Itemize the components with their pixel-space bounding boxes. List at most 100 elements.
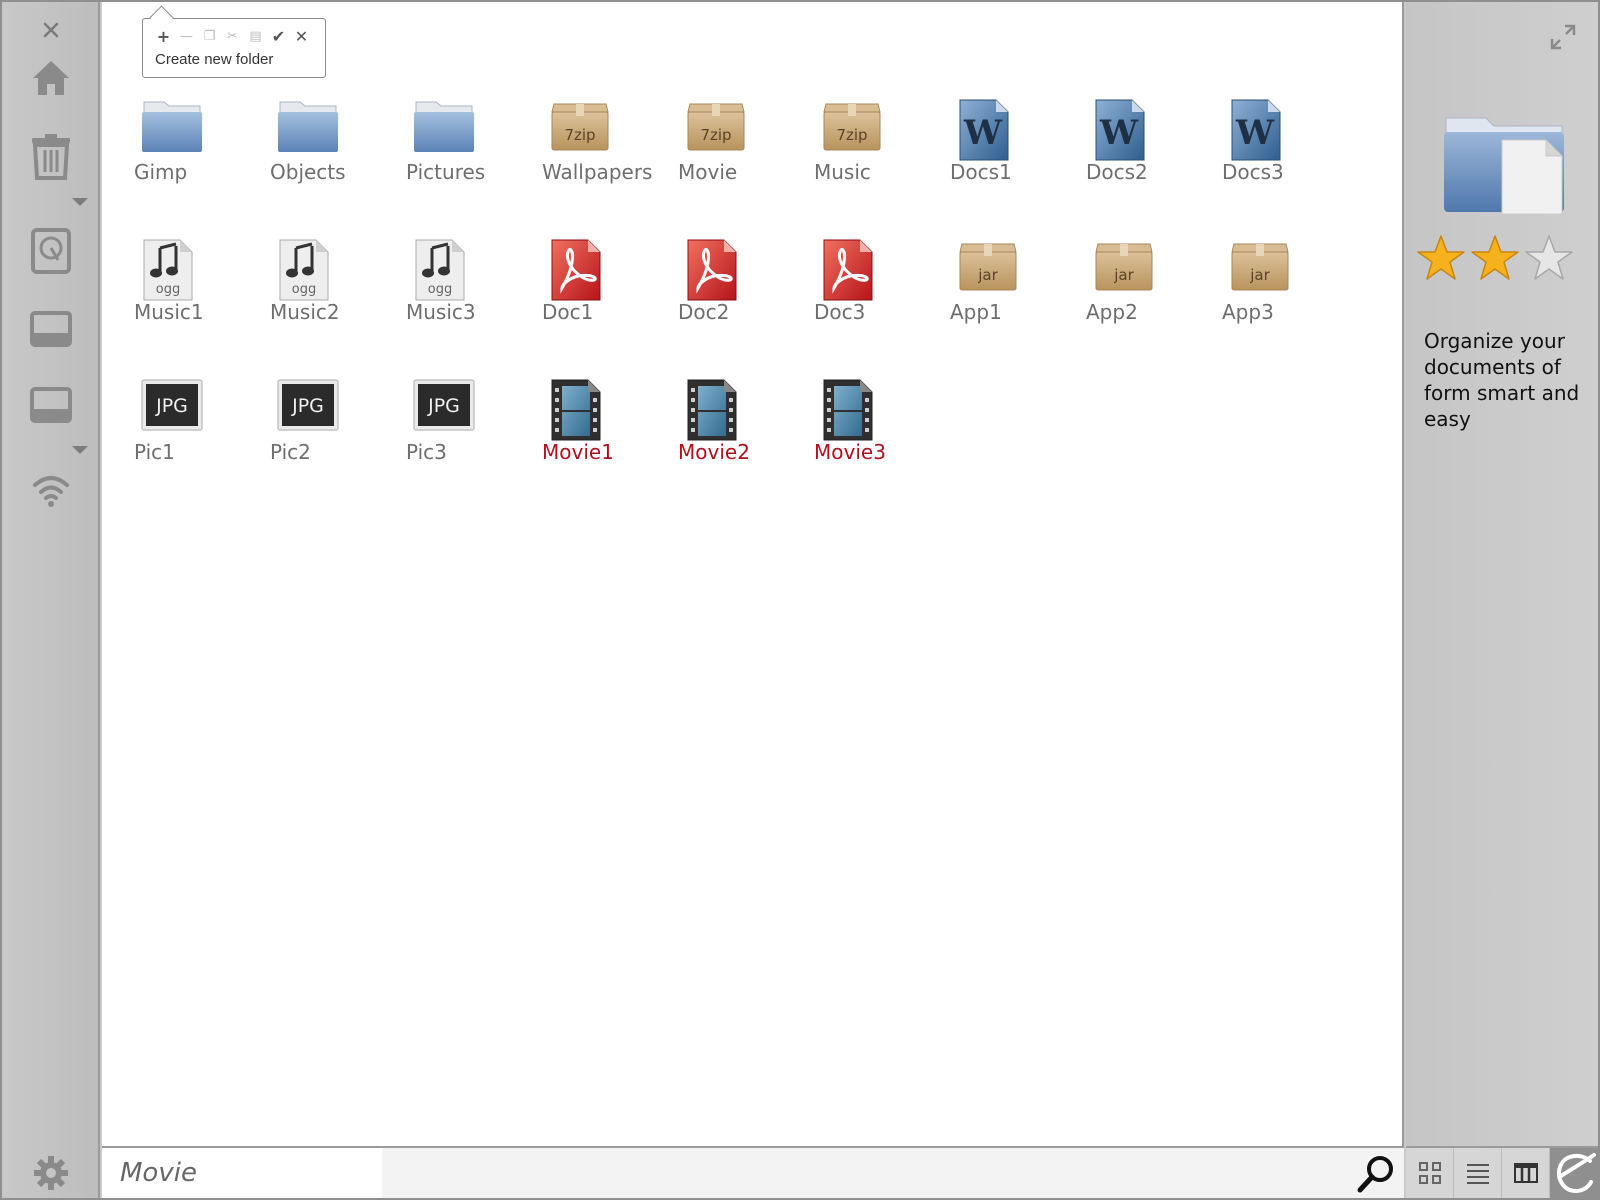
word-file-icon: W (1092, 98, 1156, 162)
close-icon[interactable]: ✕ (293, 27, 310, 47)
trash-icon (32, 134, 70, 180)
file-label: Doc2 (678, 300, 730, 324)
file-label: Music2 (270, 300, 340, 324)
file-item[interactable]: W Docs1 (940, 98, 1060, 208)
file-item[interactable]: W Docs3 (1212, 98, 1332, 208)
file-item[interactable]: Pictures (396, 98, 516, 208)
search-button[interactable] (1356, 1154, 1396, 1198)
close-icon (43, 22, 59, 38)
svg-text:jar: jar (977, 266, 998, 284)
file-item[interactable]: 7zip Music (804, 98, 924, 208)
image-file-icon: JPG (412, 378, 476, 442)
list-view-button[interactable] (1454, 1148, 1502, 1198)
app-logo-button[interactable] (1550, 1148, 1598, 1198)
file-label: Doc1 (542, 300, 594, 324)
star-empty-icon[interactable] (1524, 234, 1574, 286)
file-item[interactable]: 7zip Movie (668, 98, 788, 208)
list-view-icon (1466, 1164, 1489, 1184)
file-item[interactable]: jar App2 (1076, 238, 1196, 348)
file-item[interactable]: Doc1 (532, 238, 652, 348)
popup-tool-row: + — ❐ ✂ ▤ ✔ ✕ (155, 27, 310, 47)
archive-file-icon: 7zip (684, 98, 748, 162)
file-item[interactable]: Movie2 (668, 378, 788, 488)
file-view: + — ❐ ✂ ▤ ✔ ✕ Create new folder Gimp Obje… (102, 2, 1404, 1146)
expand-icon (1550, 24, 1576, 50)
svg-text:jar: jar (1113, 266, 1134, 284)
audio-file-icon: ogg (412, 238, 476, 302)
gear-icon (34, 1156, 68, 1190)
panel-description: Organize your documents of form smart an… (1424, 329, 1580, 431)
file-item[interactable]: Doc3 (804, 238, 924, 348)
image-file-icon: JPG (276, 378, 340, 442)
column-view-button[interactable] (1502, 1148, 1550, 1198)
file-item[interactable]: ogg Music1 (124, 238, 244, 348)
file-label: App3 (1222, 300, 1274, 324)
folder-file-icon (412, 98, 476, 162)
file-label: Movie1 (542, 440, 614, 464)
file-item[interactable]: ogg Music2 (260, 238, 380, 348)
svg-text:7zip: 7zip (700, 126, 731, 144)
trash-button[interactable] (2, 132, 100, 182)
copy-icon[interactable]: ❐ (201, 27, 218, 47)
file-item[interactable]: JPG Pic2 (260, 378, 380, 488)
word-file-icon: W (1228, 98, 1292, 162)
drive-1-button[interactable] (2, 308, 100, 350)
video-file-icon (684, 378, 748, 442)
network-button[interactable] (2, 470, 100, 510)
svg-text:jar: jar (1249, 266, 1270, 284)
cut-icon[interactable]: ✂ (224, 27, 241, 47)
archive-file-icon: 7zip (548, 98, 612, 162)
file-item[interactable]: 7zip Wallpapers (532, 98, 652, 208)
video-file-icon (548, 378, 612, 442)
svg-text:7zip: 7zip (564, 126, 595, 144)
file-item[interactable]: JPG Pic1 (124, 378, 244, 488)
svg-text:JPG: JPG (155, 395, 188, 417)
trash-dropdown-arrow[interactable] (72, 198, 88, 206)
file-item[interactable]: ogg Music3 (396, 238, 516, 348)
home-button[interactable] (2, 56, 100, 100)
expand-button[interactable] (1548, 22, 1578, 56)
column-view-icon (1513, 1163, 1538, 1183)
hard-disk-icon (31, 228, 71, 274)
star-filled-icon[interactable] (1470, 234, 1520, 286)
remove-icon[interactable]: — (178, 27, 195, 47)
file-item[interactable]: JPG Pic3 (396, 378, 516, 488)
check-icon[interactable]: ✔ (270, 27, 287, 47)
audio-file-icon: ogg (276, 238, 340, 302)
folder-file-icon (276, 98, 340, 162)
file-label: Movie2 (678, 440, 750, 464)
file-label: Movie (678, 160, 738, 184)
preview-panel: Organize your documents of form smart an… (1406, 2, 1598, 1146)
file-item[interactable]: Objects (260, 98, 380, 208)
icon-view-button[interactable] (1406, 1148, 1454, 1198)
drive-2-button[interactable] (2, 384, 100, 426)
popup-tooltip-label: Create new folder (155, 51, 274, 68)
file-item[interactable]: Movie1 (532, 378, 652, 488)
search-input[interactable] (102, 1148, 382, 1198)
grid-view-icon (1418, 1162, 1441, 1184)
file-item[interactable]: jar App3 (1212, 238, 1332, 348)
star-filled-icon[interactable] (1416, 234, 1466, 286)
svg-text:W: W (1235, 113, 1275, 153)
file-item[interactable]: W Docs2 (1076, 98, 1196, 208)
file-label: Docs3 (1222, 160, 1284, 184)
add-icon[interactable]: + (155, 27, 172, 47)
disk-drive-button[interactable] (2, 226, 100, 276)
paste-icon[interactable]: ▤ (247, 27, 264, 47)
svg-text:ogg: ogg (156, 282, 180, 297)
svg-text:JPG: JPG (427, 395, 460, 417)
drives-dropdown-arrow[interactable] (72, 446, 88, 454)
svg-text:ogg: ogg (428, 282, 452, 297)
file-item[interactable]: Movie3 (804, 378, 924, 488)
file-label: Music3 (406, 300, 476, 324)
settings-button[interactable] (2, 1154, 100, 1192)
view-mode-bar (1406, 1146, 1598, 1198)
folder-toolbar-popup: + — ❐ ✂ ▤ ✔ ✕ Create new folder (142, 18, 326, 78)
close-window-button[interactable] (2, 18, 100, 42)
file-item[interactable]: jar App1 (940, 238, 1060, 348)
pdf-file-icon (820, 238, 884, 302)
file-item[interactable]: Gimp (124, 98, 244, 208)
file-item[interactable]: Doc2 (668, 238, 788, 348)
file-label: Pic2 (270, 440, 311, 464)
svg-text:ogg: ogg (292, 282, 316, 297)
